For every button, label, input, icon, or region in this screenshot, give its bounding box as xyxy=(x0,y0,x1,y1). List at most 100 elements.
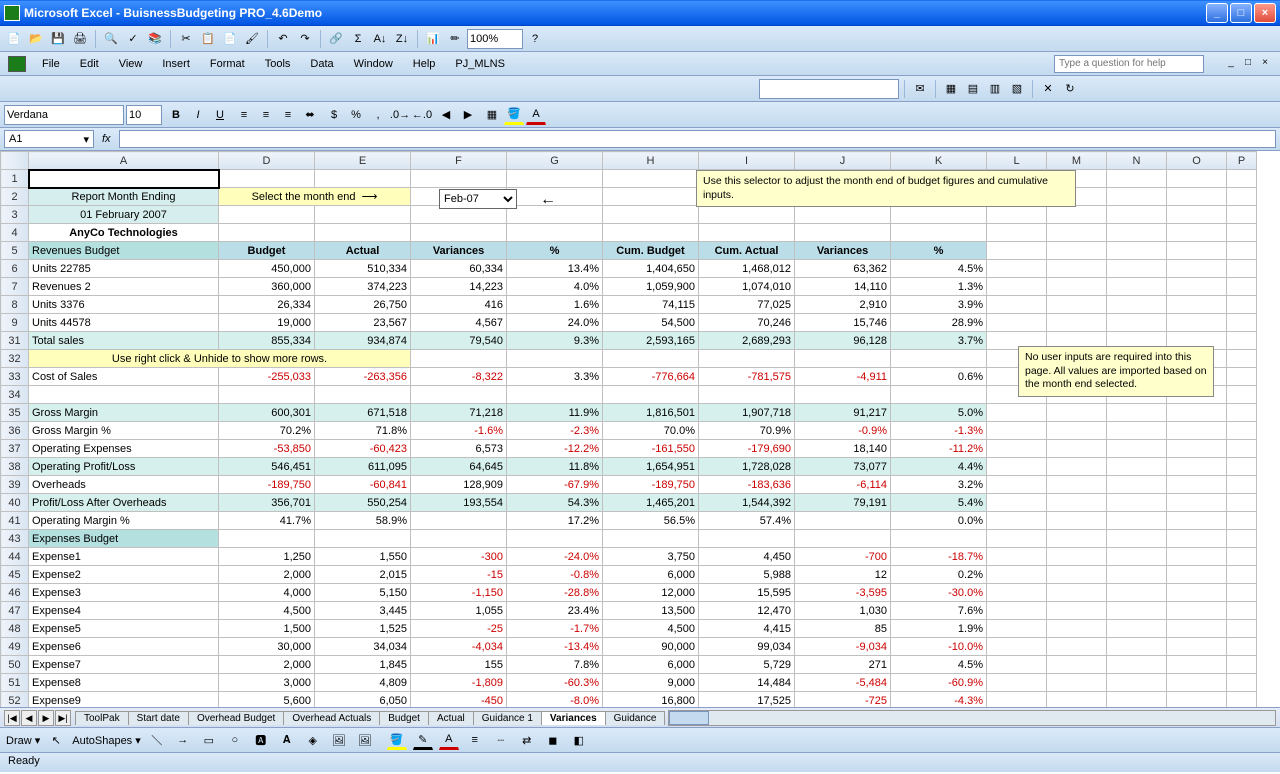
cell[interactable]: 1,500 xyxy=(219,620,315,638)
row-header[interactable]: 1 xyxy=(1,170,29,188)
cell[interactable]: 1,465,201 xyxy=(603,494,699,512)
cell[interactable]: 7.6% xyxy=(891,602,987,620)
cell[interactable]: 11.8% xyxy=(507,458,603,476)
cell[interactable]: 360,000 xyxy=(219,278,315,296)
cell[interactable]: -18.7% xyxy=(891,548,987,566)
border3-icon[interactable]: ▥ xyxy=(985,79,1005,99)
cell[interactable]: 2,689,293 xyxy=(699,332,795,350)
col-title[interactable]: % xyxy=(507,242,603,260)
column-header-row[interactable]: A D E F G H I J K L M N O P xyxy=(1,152,1257,170)
cell[interactable]: 1,404,650 xyxy=(603,260,699,278)
cell[interactable]: 99,034 xyxy=(699,638,795,656)
row-header[interactable]: 38 xyxy=(1,458,29,476)
row-label[interactable]: Total sales xyxy=(29,332,219,350)
menu-window[interactable]: Window xyxy=(350,56,397,72)
align-left-icon[interactable]: ≡ xyxy=(234,105,254,125)
close-workbook-button[interactable]: × xyxy=(1258,57,1272,71)
cell[interactable]: 9,000 xyxy=(603,674,699,692)
row-header[interactable]: 39 xyxy=(1,476,29,494)
cell[interactable]: 2,910 xyxy=(795,296,891,314)
font-family-select[interactable] xyxy=(4,105,124,125)
cell[interactable]: 0.2% xyxy=(891,566,987,584)
row-label[interactable]: Expense5 xyxy=(29,620,219,638)
cell[interactable]: 1,816,501 xyxy=(603,404,699,422)
cell[interactable]: 3.2% xyxy=(891,476,987,494)
col-title[interactable]: Cum. Budget xyxy=(603,242,699,260)
cell[interactable]: 54,500 xyxy=(603,314,699,332)
cell[interactable]: 6,000 xyxy=(603,656,699,674)
cell[interactable]: -3,595 xyxy=(795,584,891,602)
row-label[interactable]: Operating Margin % xyxy=(29,512,219,530)
col-header[interactable]: J xyxy=(795,152,891,170)
bold-button[interactable]: B xyxy=(166,105,186,125)
cell-a1[interactable] xyxy=(29,170,219,188)
row-label[interactable]: Expense6 xyxy=(29,638,219,656)
cell[interactable]: 1,654,951 xyxy=(603,458,699,476)
row-header[interactable]: 2 xyxy=(1,188,29,206)
cell[interactable]: 71.8% xyxy=(315,422,411,440)
border2-icon[interactable]: ▤ xyxy=(963,79,983,99)
close-button[interactable]: × xyxy=(1254,3,1276,23)
cell[interactable]: 54.3% xyxy=(507,494,603,512)
cell[interactable]: -450 xyxy=(411,692,507,708)
row-label[interactable]: Operating Profit/Loss xyxy=(29,458,219,476)
cell[interactable]: 271 xyxy=(795,656,891,674)
arrow-icon[interactable]: → xyxy=(173,730,193,750)
cell[interactable]: 5,729 xyxy=(699,656,795,674)
cell[interactable]: 611,095 xyxy=(315,458,411,476)
cell[interactable]: 12,000 xyxy=(603,584,699,602)
cell[interactable]: 6,000 xyxy=(603,566,699,584)
cell[interactable]: 1,055 xyxy=(411,602,507,620)
section-header[interactable]: Expenses Budget xyxy=(29,530,219,548)
autoshapes-menu[interactable]: AutoShapes ▾ xyxy=(72,734,141,747)
cell[interactable]: -776,664 xyxy=(603,368,699,386)
row-header[interactable]: 3 xyxy=(1,206,29,224)
tab-nav-prev-icon[interactable]: ◀ xyxy=(21,710,37,726)
cell[interactable]: 6,050 xyxy=(315,692,411,708)
cell[interactable]: 3,750 xyxy=(603,548,699,566)
col-header[interactable]: H xyxy=(603,152,699,170)
dash-style-icon[interactable]: ┈ xyxy=(491,730,511,750)
row-header[interactable]: 37 xyxy=(1,440,29,458)
cell[interactable]: 4.0% xyxy=(507,278,603,296)
cell[interactable]: 73,077 xyxy=(795,458,891,476)
col-header[interactable]: L xyxy=(987,152,1047,170)
cell[interactable]: 90,000 xyxy=(603,638,699,656)
cell[interactable]: 5.0% xyxy=(891,404,987,422)
cell[interactable]: 3,000 xyxy=(219,674,315,692)
cell[interactable]: 4.5% xyxy=(891,656,987,674)
cell[interactable]: -1,809 xyxy=(411,674,507,692)
cell[interactable]: 34,034 xyxy=(315,638,411,656)
percent-icon[interactable]: % xyxy=(346,105,366,125)
menu-edit[interactable]: Edit xyxy=(76,56,103,72)
cell[interactable]: 3.9% xyxy=(891,296,987,314)
col-header[interactable]: G xyxy=(507,152,603,170)
cell[interactable]: -4,911 xyxy=(795,368,891,386)
maximize-workbook-button[interactable]: □ xyxy=(1241,57,1255,71)
cell[interactable]: 600,301 xyxy=(219,404,315,422)
cell[interactable]: 4,000 xyxy=(219,584,315,602)
row-header[interactable]: 52 xyxy=(1,692,29,708)
cell[interactable]: 1,059,900 xyxy=(603,278,699,296)
col-header[interactable]: K xyxy=(891,152,987,170)
paste-icon[interactable]: 📄 xyxy=(220,29,240,49)
line-icon[interactable]: ＼ xyxy=(147,730,167,750)
cell[interactable]: 19,000 xyxy=(219,314,315,332)
row-header[interactable]: 47 xyxy=(1,602,29,620)
cell[interactable]: 24.0% xyxy=(507,314,603,332)
cell[interactable]: 1,544,392 xyxy=(699,494,795,512)
cell[interactable]: -183,636 xyxy=(699,476,795,494)
cell[interactable] xyxy=(795,512,891,530)
increase-decimal-icon[interactable]: .0→ xyxy=(390,105,410,125)
row-header[interactable]: 5 xyxy=(1,242,29,260)
row-header[interactable]: 7 xyxy=(1,278,29,296)
row-header[interactable]: 48 xyxy=(1,620,29,638)
underline-button[interactable]: U xyxy=(210,105,230,125)
cell[interactable]: 15,746 xyxy=(795,314,891,332)
cell[interactable]: 416 xyxy=(411,296,507,314)
cell[interactable]: 0.0% xyxy=(891,512,987,530)
company-name[interactable]: AnyCo Technologies xyxy=(29,224,219,242)
row-header[interactable]: 40 xyxy=(1,494,29,512)
col-title[interactable]: Actual xyxy=(315,242,411,260)
row-label[interactable]: Expense8 xyxy=(29,674,219,692)
